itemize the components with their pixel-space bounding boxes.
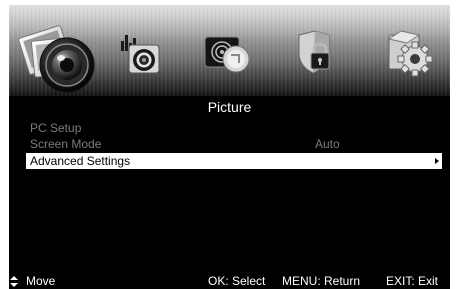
up-down-arrow-icon <box>10 276 18 287</box>
menu-item-label: PC Setup <box>30 121 82 135</box>
menu-item-pc-setup[interactable]: PC Setup <box>26 120 442 136</box>
tab-picture[interactable] <box>17 17 97 95</box>
footer-select-hint: OK: Select <box>208 274 266 288</box>
channel-disc-icon <box>204 36 250 73</box>
page-title: Picture <box>207 99 252 115</box>
lock-shield-icon <box>298 30 330 74</box>
menu-item-label: Advanced Settings <box>30 154 131 168</box>
tv-osd-screen: Picture PC Setup Screen Mode Auto Advanc… <box>9 5 450 289</box>
menu-item-label: Screen Mode <box>30 137 102 151</box>
menu-item-screen-mode[interactable]: Screen Mode Auto <box>26 136 442 152</box>
footer-hint-bar: Move OK: Select MENU: Return EXIT: Exit <box>9 274 450 289</box>
menu-item-value: Auto <box>315 137 340 151</box>
tab-lock[interactable] <box>295 29 335 75</box>
footer-exit-hint: EXIT: Exit <box>386 274 439 288</box>
picture-camera-icon <box>18 25 95 93</box>
menu-item-advanced-settings[interactable]: Advanced Settings <box>26 153 442 169</box>
sound-speaker-icon <box>121 35 160 74</box>
footer-return-hint: MENU: Return <box>282 274 361 288</box>
tab-sound[interactable] <box>119 31 163 75</box>
setup-gear-icon <box>387 30 433 77</box>
footer-move-hint: Move <box>26 274 56 288</box>
tab-setup[interactable] <box>387 29 433 77</box>
submenu-arrow-icon <box>435 158 439 164</box>
tab-channel[interactable] <box>203 33 251 75</box>
menu-tab-bar <box>9 5 450 96</box>
